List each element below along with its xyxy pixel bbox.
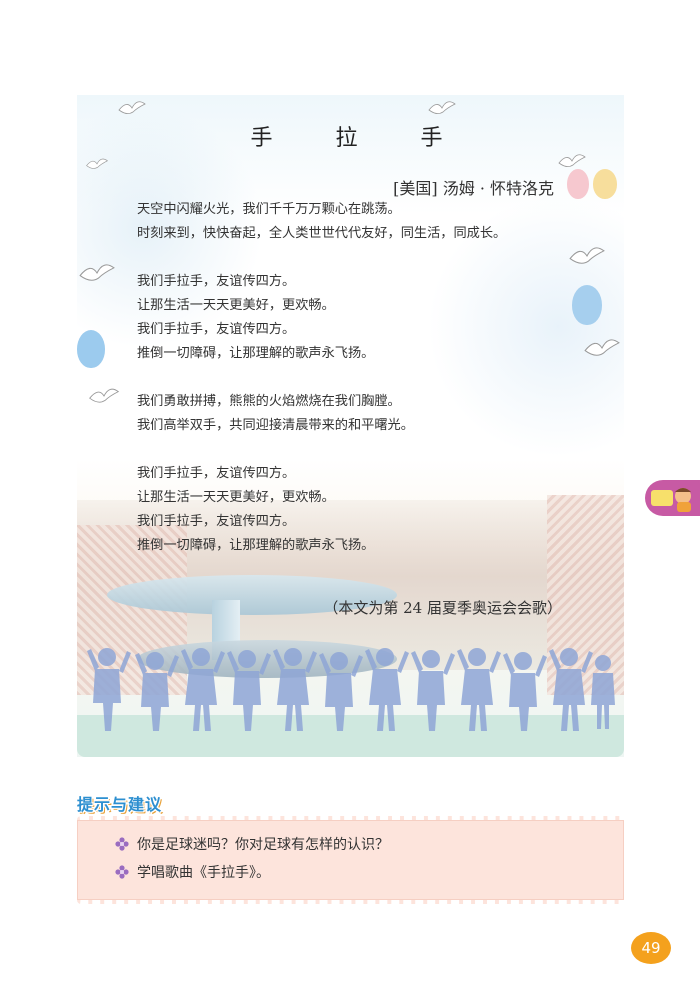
dove-icon [89, 388, 120, 403]
song-panel: 手 拉 手 [美国] 汤姆 · 怀特洛克 天空中闪耀火光，我们千千万万颗心在跳荡… [77, 95, 624, 757]
dove-icon [558, 154, 586, 167]
lyric-line: 推倒一切障碍，让那理解的歌声永飞扬。 [137, 538, 375, 553]
tip-text: 学唱歌曲《手拉手》。 [137, 865, 270, 881]
tip-item: 你是足球迷吗？你对足球有怎样的认识？ [115, 834, 389, 854]
balloon-icon [77, 330, 105, 368]
dove-icon [79, 264, 115, 281]
children-silhouettes [87, 648, 615, 731]
song-author: [美国] 汤姆 · 怀特洛克 [393, 179, 554, 198]
lyric-line: 让那生活一天天更美好，更欢畅。 [137, 490, 335, 505]
page-number: 49 [631, 932, 671, 964]
tip-text: 你是足球迷吗？你对足球有怎样的认识？ [137, 837, 389, 853]
song-title: 手 拉 手 [250, 126, 471, 151]
flower-icon [115, 837, 129, 851]
flower-icon [115, 865, 129, 879]
lyric-line: 时刻来到，快快奋起，全人类世世代代友好，同生活，同成长。 [137, 226, 507, 241]
tip-item: 学唱歌曲《手拉手》。 [115, 862, 270, 882]
chapter-side-tab [645, 480, 700, 516]
tips-heading: 提示与建议 [77, 795, 163, 814]
lyric-line: 我们勇敢拼搏，熊熊的火焰燃烧在我们胸膛。 [137, 394, 401, 409]
balloon-icon [593, 169, 617, 199]
dove-icon [86, 158, 109, 169]
dove-icon [428, 101, 456, 114]
lyric-line: 我们手拉手，友谊传四方。 [137, 322, 296, 337]
lyric-line: 我们高举双手，共同迎接清晨带来的和平曙光。 [137, 418, 414, 433]
lyrics: 天空中闪耀火光，我们千千万万颗心在跳荡。 时刻来到，快快奋起，全人类世世代代友好… [137, 198, 607, 558]
dove-icon [118, 101, 146, 114]
lyric-line: 我们手拉手，友谊传四方。 [137, 514, 296, 529]
lyric-line: 我们手拉手，友谊传四方。 [137, 274, 296, 289]
lyric-line: 天空中闪耀火光，我们千千万万颗心在跳荡。 [137, 202, 401, 217]
lyric-line: 让那生活一天天更美好，更欢畅。 [137, 298, 335, 313]
source-note: （本文为第 24 届夏季奥运会会歌） [323, 599, 562, 617]
lyric-line: 我们手拉手，友谊传四方。 [137, 466, 296, 481]
tips-box: 你是足球迷吗？你对足球有怎样的认识？ 学唱歌曲《手拉手》。 [77, 816, 624, 904]
boy-reading-icon [651, 488, 691, 512]
lyric-line: 推倒一切障碍，让那理解的歌声永飞扬。 [137, 346, 375, 361]
balloon-icon [567, 169, 589, 199]
